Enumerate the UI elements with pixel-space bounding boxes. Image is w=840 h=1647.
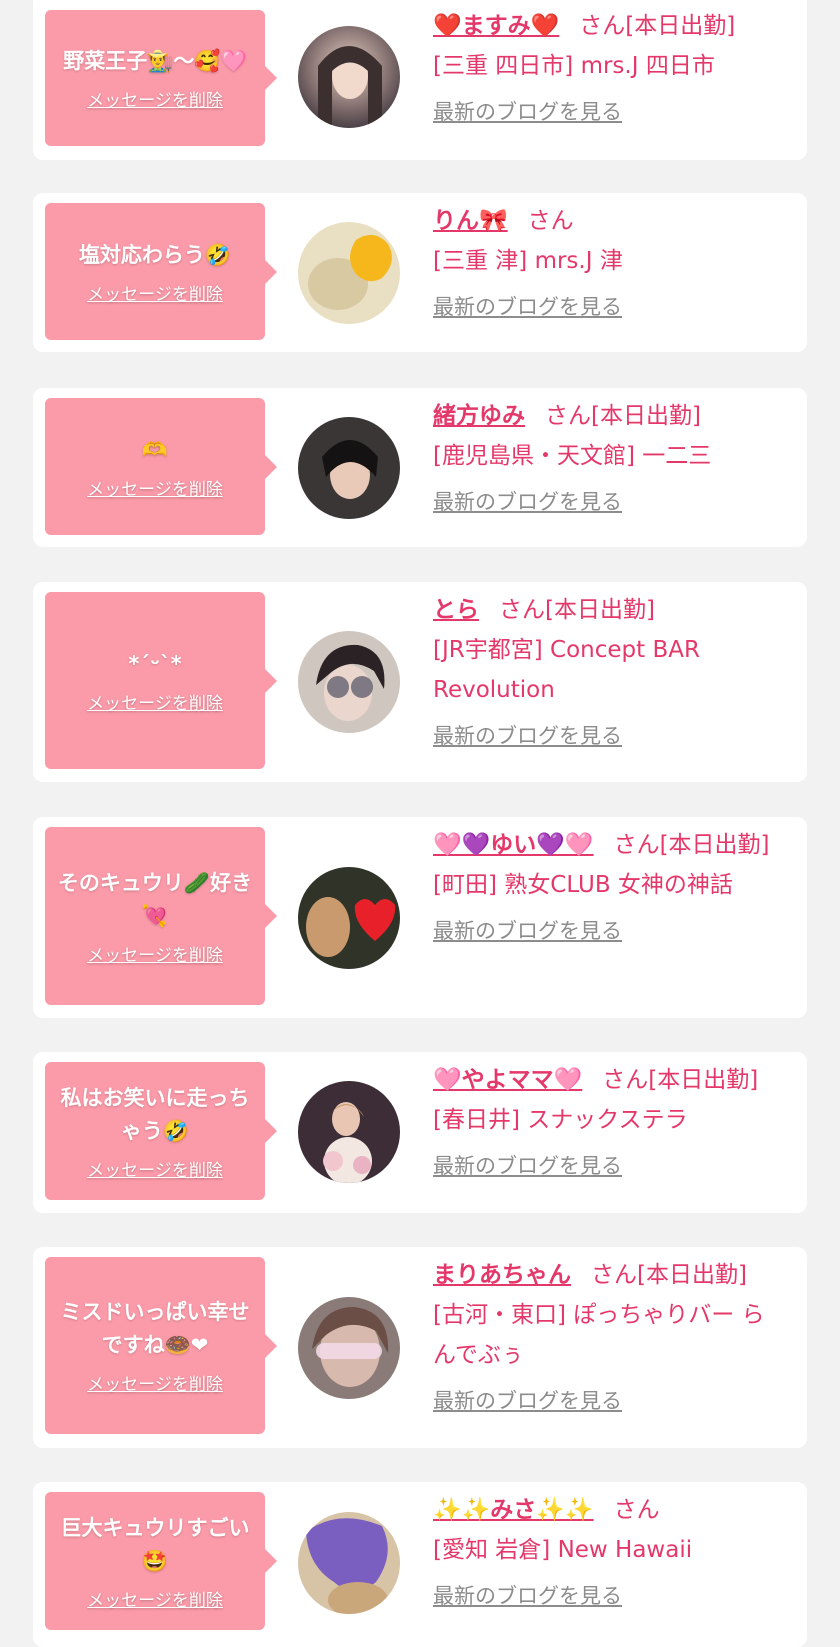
avatar[interactable] xyxy=(298,631,400,733)
status-suffix: さん xyxy=(613,1497,660,1523)
latest-blog-link[interactable]: 最新のブログを見る xyxy=(433,915,622,947)
profile-name-link[interactable]: りん🎀 xyxy=(433,208,508,234)
message-text: 🫶 xyxy=(141,437,169,462)
item-info: 🩷💜ゆい💜🩷 さん[本日出勤] [町田] 熟女CLUB 女神の神話 最新のブログを… xyxy=(433,825,787,947)
list-item: 巨大キュウリすごい🤩 メッセージを削除 ✨✨みさ✨✨ さん [愛知 岩倉] New… xyxy=(33,1482,807,1647)
shop-text: [鹿児島県・天文館] 一二三 xyxy=(433,443,712,469)
message-bubble: ミスドいっぱい幸せですね🍩❤ メッセージを削除 xyxy=(45,1257,277,1434)
latest-blog-link[interactable]: 最新のブログを見る xyxy=(433,1580,622,1612)
message-bubble: *´ᵕ`* メッセージを削除 xyxy=(45,592,277,769)
shop-text: [古河・東口] ぽっちゃりバー らんでぶぅ xyxy=(433,1302,765,1368)
shop-text: [JR宇都宮] Concept BAR Revolution xyxy=(433,637,700,703)
latest-blog-link[interactable]: 最新のブログを見る xyxy=(433,291,622,323)
delete-message-link[interactable]: メッセージを削除 xyxy=(87,475,223,500)
status-suffix: さん[本日出勤] xyxy=(499,597,655,623)
profile-name-link[interactable]: 🩷やよママ🩷 xyxy=(433,1067,582,1093)
latest-blog-link[interactable]: 最新のブログを見る xyxy=(433,486,622,518)
message-text: 野菜王子👨‍🌾～🥰🩷 xyxy=(63,49,247,73)
latest-blog-link[interactable]: 最新のブログを見る xyxy=(433,720,622,752)
avatar[interactable] xyxy=(298,1297,400,1399)
message-bubble: 🫶 メッセージを削除 xyxy=(45,398,277,535)
delete-message-link[interactable]: メッセージを削除 xyxy=(87,941,223,966)
list-item: ミスドいっぱい幸せですね🍩❤ メッセージを削除 まりあちゃん さん[本日出勤] [… xyxy=(33,1247,807,1448)
delete-message-link[interactable]: メッセージを削除 xyxy=(87,280,223,305)
item-info: ✨✨みさ✨✨ さん [愛知 岩倉] New Hawaii 最新のブログを見る xyxy=(433,1490,787,1612)
profile-name-link[interactable]: まりあちゃん xyxy=(433,1262,571,1288)
message-text: ミスドいっぱい幸せですね🍩❤ xyxy=(60,1300,250,1357)
avatar[interactable] xyxy=(298,222,400,324)
item-info: ❤️ますみ❤️ さん[本日出勤] [三重 四日市] mrs.J 四日市 最新のブロ… xyxy=(433,6,787,128)
item-info: とら さん[本日出勤] [JR宇都宮] Concept BAR Revolutio… xyxy=(433,590,787,752)
latest-blog-link[interactable]: 最新のブログを見る xyxy=(433,96,622,128)
status-suffix: さん xyxy=(527,208,574,234)
list-item: 野菜王子👨‍🌾～🥰🩷 メッセージを削除 ❤️ますみ❤️ さん[本日出勤] [三重 … xyxy=(33,0,807,160)
list-item: *´ᵕ`* メッセージを削除 とら さん[本日出勤] [JR宇都宮] Concep… xyxy=(33,582,807,782)
status-suffix: さん[本日出勤] xyxy=(545,403,701,429)
message-bubble: 塩対応わらう🤣 メッセージを削除 xyxy=(45,203,277,340)
item-info: 緒方ゆみ さん[本日出勤] [鹿児島県・天文館] 一二三 最新のブログを見る xyxy=(433,396,787,518)
message-text: そのキュウリ🥒好き💘 xyxy=(57,870,253,928)
message-bubble: 巨大キュウリすごい🤩 メッセージを削除 xyxy=(45,1492,277,1630)
shop-text: [町田] 熟女CLUB 女神の神話 xyxy=(433,872,733,898)
delete-message-link[interactable]: メッセージを削除 xyxy=(87,86,223,111)
avatar[interactable] xyxy=(298,26,400,128)
message-text: 私はお笑いに走っちゃう🤣 xyxy=(60,1085,250,1143)
avatar[interactable] xyxy=(298,1512,400,1614)
list-item: 塩対応わらう🤣 メッセージを削除 りん🎀 さん [三重 津] mrs.J 津 最新… xyxy=(33,193,807,352)
list-item: そのキュウリ🥒好き💘 メッセージを削除 🩷💜ゆい💜🩷 さん[本日出勤] [町田] … xyxy=(33,817,807,1018)
profile-name-link[interactable]: とら xyxy=(433,597,479,623)
shop-text: [三重 津] mrs.J 津 xyxy=(433,248,623,274)
delete-message-link[interactable]: メッセージを削除 xyxy=(87,1586,223,1611)
avatar[interactable] xyxy=(298,1081,400,1183)
profile-name-link[interactable]: 緒方ゆみ xyxy=(433,403,525,429)
message-list: 野菜王子👨‍🌾～🥰🩷 メッセージを削除 ❤️ますみ❤️ さん[本日出勤] [三重 … xyxy=(0,0,840,1647)
item-info: まりあちゃん さん[本日出勤] [古河・東口] ぽっちゃりバー らんでぶぅ 最新の… xyxy=(433,1255,787,1417)
profile-name-link[interactable]: ❤️ますみ❤️ xyxy=(433,13,559,39)
profile-name-link[interactable]: 🩷💜ゆい💜🩷 xyxy=(433,832,594,858)
shop-text: [三重 四日市] mrs.J 四日市 xyxy=(433,53,715,79)
list-item: 🫶 メッセージを削除 緒方ゆみ さん[本日出勤] [鹿児島県・天文館] 一二三 最… xyxy=(33,388,807,547)
status-suffix: さん[本日出勤] xyxy=(579,13,736,39)
profile-name-link[interactable]: ✨✨みさ✨✨ xyxy=(433,1497,594,1523)
delete-message-link[interactable]: メッセージを削除 xyxy=(87,1370,223,1395)
message-bubble: そのキュウリ🥒好き💘 メッセージを削除 xyxy=(45,827,277,1005)
shop-text: [春日井] スナックステラ xyxy=(433,1107,688,1133)
avatar[interactable] xyxy=(298,867,400,969)
message-bubble: 野菜王子👨‍🌾～🥰🩷 メッセージを削除 xyxy=(45,10,277,146)
message-text: 塩対応わらう🤣 xyxy=(78,242,232,267)
message-text: *´ᵕ`* xyxy=(128,651,182,676)
latest-blog-link[interactable]: 最新のブログを見る xyxy=(433,1150,622,1182)
avatar[interactable] xyxy=(298,417,400,519)
delete-message-link[interactable]: メッセージを削除 xyxy=(87,1156,223,1181)
shop-text: [愛知 岩倉] New Hawaii xyxy=(433,1537,693,1563)
list-item: 私はお笑いに走っちゃう🤣 メッセージを削除 🩷やよママ🩷 さん[本日出勤] [春日… xyxy=(33,1052,807,1213)
latest-blog-link[interactable]: 最新のブログを見る xyxy=(433,1385,622,1417)
status-suffix: さん[本日出勤] xyxy=(602,1067,759,1093)
message-bubble: 私はお笑いに走っちゃう🤣 メッセージを削除 xyxy=(45,1062,277,1200)
status-suffix: さん[本日出勤] xyxy=(591,1262,747,1288)
item-info: 🩷やよママ🩷 さん[本日出勤] [春日井] スナックステラ 最新のブログを見る xyxy=(433,1060,787,1182)
delete-message-link[interactable]: メッセージを削除 xyxy=(87,689,223,714)
item-info: りん🎀 さん [三重 津] mrs.J 津 最新のブログを見る xyxy=(433,201,787,323)
status-suffix: さん[本日出勤] xyxy=(613,832,770,858)
message-text: 巨大キュウリすごい🤩 xyxy=(60,1515,250,1573)
